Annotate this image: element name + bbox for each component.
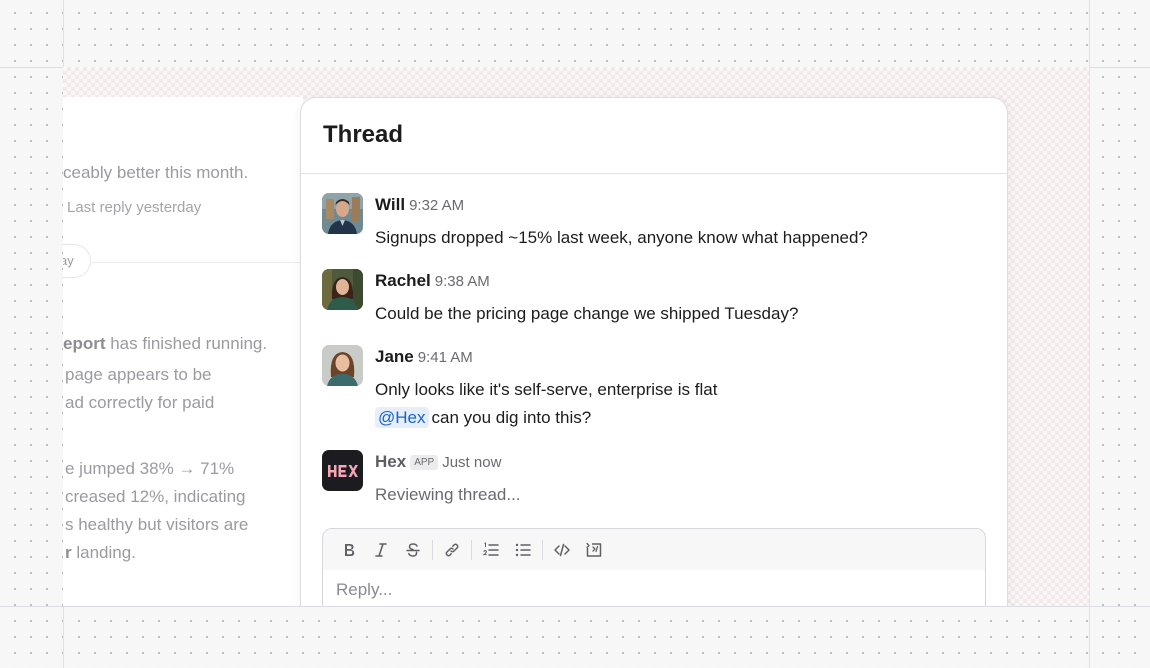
code-icon[interactable]	[546, 535, 578, 565]
message-fragment: ceably better this month.	[63, 163, 249, 182]
thread-title: Thread	[323, 121, 404, 148]
message-fragment: eport has finished running.	[63, 334, 268, 353]
strikethrough-icon[interactable]	[397, 535, 429, 565]
message-fragment: r landing.	[65, 543, 136, 562]
hex-logo-icon	[327, 464, 358, 477]
author-name[interactable]: Rachel	[375, 271, 431, 290]
reply-composer	[322, 528, 986, 606]
reply-meta[interactable]: Last reply yesterday	[67, 199, 201, 216]
message-line: Only looks like it's self-serve, enterpr…	[375, 380, 718, 399]
reply-input[interactable]	[323, 570, 985, 606]
message-fragment: creased 12%, indicating	[65, 487, 246, 506]
toolbar-separator	[471, 539, 472, 560]
code-block-icon[interactable]	[578, 535, 610, 565]
message-fragment: s healthy but visitors are	[65, 515, 249, 534]
author-name[interactable]: Hex	[375, 452, 406, 471]
timestamp[interactable]: Just now	[442, 454, 501, 471]
ordered-list-icon[interactable]	[475, 535, 507, 565]
formatting-toolbar	[323, 529, 985, 570]
message-line: @Hex can you dig into this?	[375, 404, 717, 432]
message-text: Reviewing thread...	[375, 485, 521, 504]
avatar-rachel-image	[322, 269, 363, 310]
date-divider	[83, 262, 303, 263]
avatar-will[interactable]	[322, 193, 363, 234]
message-text: Only looks like it's self-serve, enterpr…	[375, 376, 717, 432]
message-header: Will 9:32 AM	[375, 195, 464, 215]
bulleted-list-icon[interactable]	[507, 535, 539, 565]
date-pill[interactable]: ay	[63, 244, 91, 278]
italic-icon[interactable]	[365, 535, 397, 565]
bold-icon[interactable]	[333, 535, 365, 565]
avatar-will-image	[322, 193, 363, 234]
app-badge: APP	[410, 455, 439, 470]
toolbar-separator	[542, 539, 543, 560]
author-name[interactable]: Jane	[375, 347, 414, 366]
thread-header: Thread	[301, 98, 1007, 174]
toolbar-separator	[432, 539, 433, 560]
avatar-jane[interactable]	[322, 345, 363, 386]
thread-panel: Thread Will 9:32 AM Signups dropped ~15%…	[300, 97, 1008, 606]
message-header: Rachel 9:38 AM	[375, 271, 490, 291]
avatar-rachel[interactable]	[322, 269, 363, 310]
app-canvas: ceably better this month. Last reply yes…	[63, 67, 1089, 606]
message-header: Hex APP Just now	[375, 452, 501, 472]
timestamp[interactable]: 9:38 AM	[435, 273, 490, 290]
timestamp[interactable]: 9:32 AM	[409, 197, 464, 214]
message-text: Signups dropped ~15% last week, anyone k…	[375, 228, 868, 247]
mention-hex[interactable]: @Hex	[375, 407, 429, 428]
message-header: Jane 9:41 AM	[375, 347, 473, 367]
timestamp[interactable]: 9:41 AM	[418, 349, 473, 366]
message-text: Could be the pricing page change we ship…	[375, 304, 799, 323]
author-name[interactable]: Will	[375, 195, 405, 214]
avatar-jane-image	[322, 345, 363, 386]
channel-pane: ceably better this month. Last reply yes…	[63, 97, 303, 606]
hex-logo[interactable]	[322, 450, 363, 491]
message-fragment: e jumped 38% → 71%	[65, 459, 235, 478]
link-icon[interactable]	[436, 535, 468, 565]
message-fragment: page appears to be	[65, 365, 212, 384]
message-fragment: ad correctly for paid	[65, 393, 215, 412]
